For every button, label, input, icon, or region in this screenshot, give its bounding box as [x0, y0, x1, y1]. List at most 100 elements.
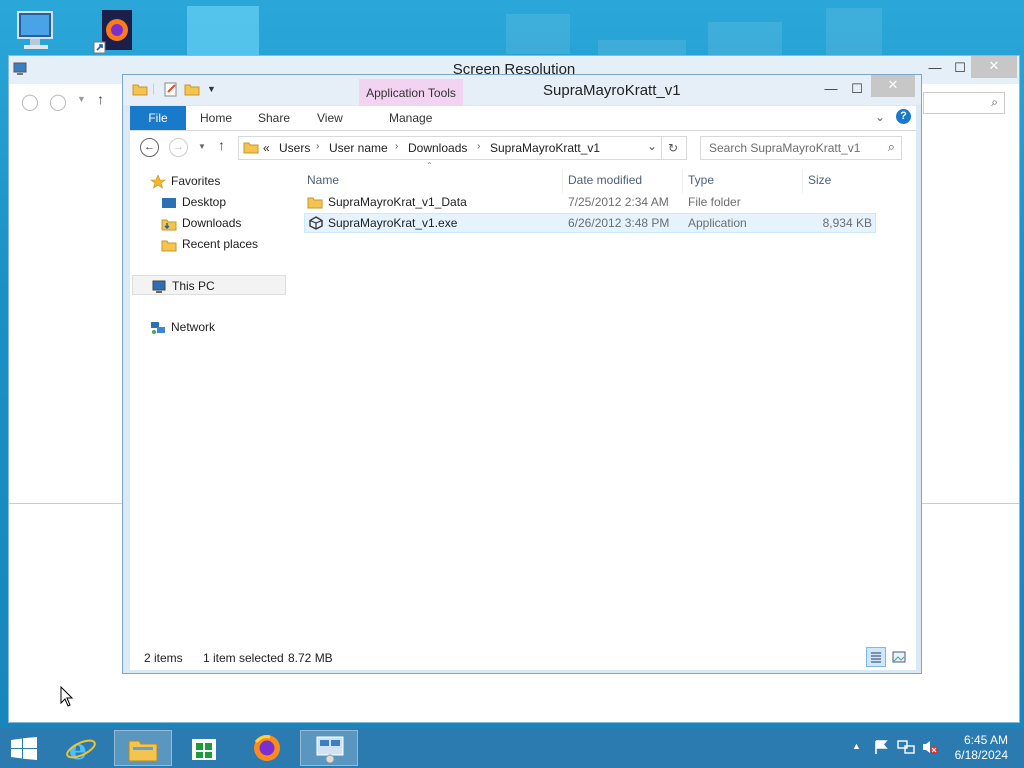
- search-box[interactable]: Search SupraMayroKratt_v1 ⌕: [700, 136, 902, 160]
- folder-icon: [307, 195, 323, 212]
- star-icon: [150, 174, 166, 189]
- tab-file[interactable]: File: [130, 106, 186, 130]
- file-type: File folder: [688, 195, 741, 209]
- desktop-icon: [161, 196, 177, 210]
- file-size: 8,934 KB: [822, 216, 872, 230]
- breadcrumb-current-folder[interactable]: SupraMayroKratt_v1: [490, 141, 600, 155]
- network-status-icon[interactable]: [897, 739, 915, 758]
- breadcrumb-users[interactable]: Users: [279, 141, 310, 155]
- windows-start-icon[interactable]: [10, 737, 38, 764]
- new-folder-icon[interactable]: [184, 82, 200, 99]
- desktop-tile: [598, 40, 686, 56]
- file-explorer-icon: [127, 735, 159, 766]
- back-button[interactable]: ←: [140, 138, 159, 157]
- downloads-icon: [161, 217, 177, 231]
- computer-desktop-icon[interactable]: [12, 6, 64, 58]
- tab-manage[interactable]: Manage: [389, 106, 432, 130]
- store-icon: [190, 734, 218, 765]
- details-view-icon[interactable]: [866, 647, 886, 667]
- forward-button[interactable]: →: [169, 138, 188, 157]
- help-icon[interactable]: ?: [896, 109, 911, 124]
- properties-icon[interactable]: [163, 82, 179, 100]
- status-item-count: 2 items: [144, 651, 183, 665]
- firefox-taskbar-button[interactable]: [238, 730, 296, 766]
- expand-ribbon-icon[interactable]: ⌄: [875, 110, 885, 124]
- store-taskbar-button[interactable]: [176, 730, 234, 766]
- address-dropdown-icon[interactable]: ⌄: [647, 139, 657, 153]
- recent-places-icon: [161, 238, 177, 252]
- explorer-titlebar: | ▼ Application Tools SupraMayroKratt_v1…: [123, 75, 921, 106]
- breadcrumb-overflow[interactable]: «: [263, 141, 270, 155]
- explorer-close-button[interactable]: ✕: [871, 75, 915, 97]
- up-arrow-icon[interactable]: ↑: [97, 91, 104, 107]
- back-icon[interactable]: ◯: [21, 92, 39, 112]
- internet-explorer-icon: e: [65, 733, 97, 766]
- status-bar: 2 items 1 item selected 8.72 MB: [130, 646, 916, 670]
- address-bar[interactable]: « Users › User name › Downloads › SupraM…: [238, 136, 662, 160]
- action-center-flag-icon[interactable]: [873, 739, 889, 758]
- explorer-maximize-button[interactable]: ☐: [843, 79, 871, 99]
- explorer-window: | ▼ Application Tools SupraMayroKratt_v1…: [122, 74, 922, 674]
- nav-recent-places[interactable]: Recent places: [161, 234, 258, 254]
- column-header-size[interactable]: Size: [808, 173, 831, 187]
- firefox-icon: [252, 733, 282, 766]
- volume-muted-icon[interactable]: [921, 739, 939, 758]
- nav-desktop[interactable]: Desktop: [161, 192, 226, 212]
- breadcrumb-chevron-icon[interactable]: ›: [477, 141, 480, 152]
- refresh-icon: ↻: [667, 141, 679, 155]
- close-button[interactable]: ✕: [971, 56, 1017, 78]
- nav-favorites[interactable]: Favorites: [150, 171, 220, 191]
- maximize-button[interactable]: ☐: [946, 58, 974, 78]
- file-explorer-taskbar-button[interactable]: [114, 730, 172, 766]
- folder-icon: [243, 140, 259, 157]
- nav-network[interactable]: Network: [150, 317, 215, 337]
- nav-this-pc[interactable]: This PC: [132, 275, 286, 295]
- file-name: SupraMayroKrat_v1_Data: [328, 195, 467, 209]
- taskbar-clock[interactable]: 6:45 AM 6/18/2024: [938, 733, 1008, 763]
- breadcrumb-chevron-icon[interactable]: ›: [395, 141, 398, 152]
- column-header-date[interactable]: Date modified: [568, 173, 642, 187]
- recent-locations-icon[interactable]: ▼: [198, 142, 206, 151]
- display-settings-icon: [314, 734, 346, 767]
- internet-explorer-taskbar-button[interactable]: e: [52, 730, 110, 766]
- firefox-shortcut-icon[interactable]: [92, 6, 144, 58]
- breadcrumb-chevron-icon[interactable]: ›: [316, 141, 319, 152]
- file-date: 7/25/2012 2:34 AM: [568, 195, 669, 209]
- status-selected-size: 8.72 MB: [288, 651, 333, 665]
- forward-icon[interactable]: ◯: [49, 92, 67, 112]
- large-icons-view-icon[interactable]: [890, 648, 908, 666]
- explorer-title: SupraMayroKratt_v1: [543, 82, 681, 99]
- refresh-button[interactable]: ↻: [660, 136, 687, 160]
- breadcrumb-downloads[interactable]: Downloads: [408, 141, 467, 155]
- tab-share[interactable]: Share: [258, 106, 290, 130]
- up-button[interactable]: ↑: [218, 137, 225, 153]
- computer-icon: [151, 280, 167, 294]
- minimize-button[interactable]: —: [921, 58, 949, 78]
- tab-home[interactable]: Home: [200, 106, 232, 130]
- clock-date: 6/18/2024: [954, 748, 1008, 762]
- nav-downloads[interactable]: Downloads: [161, 213, 241, 233]
- file-row-exe-selected[interactable]: SupraMayroKrat_v1.exe 6/26/2012 3:48 PM …: [304, 213, 876, 233]
- file-name: SupraMayroKrat_v1.exe: [328, 216, 458, 230]
- screen-resolution-taskbar-button[interactable]: [300, 730, 358, 766]
- explorer-minimize-button[interactable]: —: [817, 79, 845, 99]
- unity-app-icon: [308, 216, 324, 233]
- column-header-type[interactable]: Type: [688, 173, 714, 187]
- file-date: 6/26/2012 3:48 PM: [568, 216, 670, 230]
- show-hidden-icons-icon[interactable]: ▲: [852, 741, 861, 751]
- desktop-tile: [187, 6, 259, 56]
- breadcrumb-user-name[interactable]: User name: [329, 141, 388, 155]
- search-icon: ⌕: [991, 95, 998, 109]
- tab-view[interactable]: View: [317, 106, 343, 130]
- folder-icon: [132, 82, 148, 99]
- customize-toolbar-icon[interactable]: ▼: [207, 84, 216, 94]
- file-list: ⌃ Name Date modified Type Size SupraMayr…: [300, 161, 910, 647]
- chevron-down-icon[interactable]: ▼: [77, 94, 86, 104]
- search-input[interactable]: ⌕: [923, 92, 1005, 114]
- file-row-folder[interactable]: SupraMayroKrat_v1_Data 7/25/2012 2:34 AM…: [304, 192, 876, 212]
- column-header-name[interactable]: Name: [307, 173, 339, 187]
- search-input[interactable]: Search SupraMayroKratt_v1: [709, 141, 860, 155]
- clock-time: 6:45 AM: [963, 733, 1008, 747]
- network-icon: [150, 321, 166, 335]
- taskbar: e ▲ 6:45 AM 6/18/2024: [0, 728, 1024, 768]
